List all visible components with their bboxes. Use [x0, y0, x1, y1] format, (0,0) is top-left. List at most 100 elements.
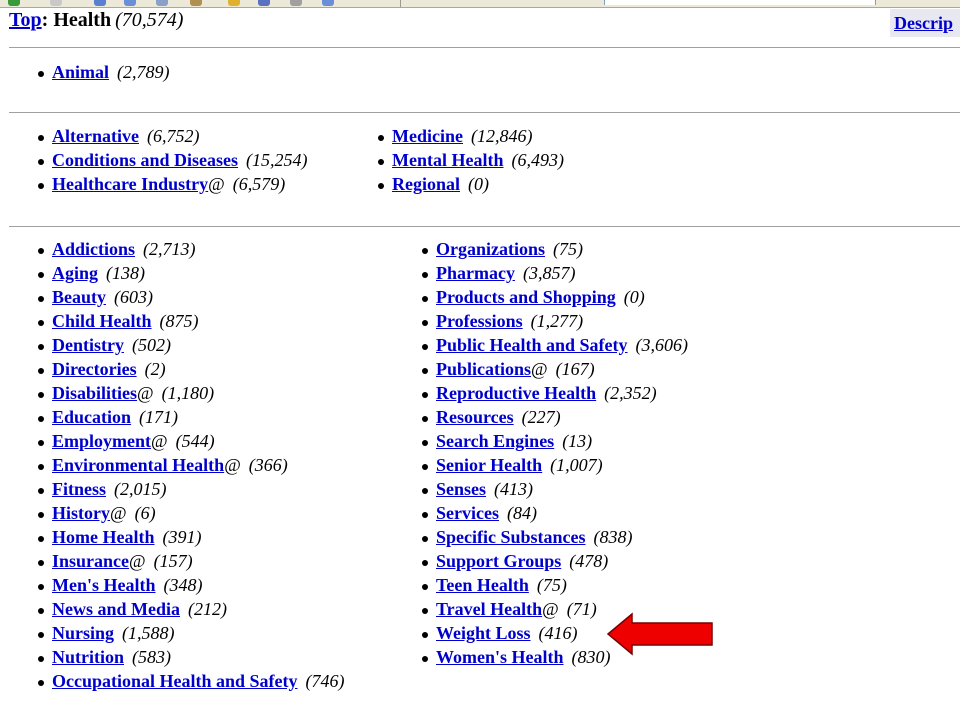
category-link[interactable]: Products and Shopping: [436, 287, 616, 307]
category-link[interactable]: Child Health: [52, 311, 152, 331]
category-link[interactable]: Dentistry: [52, 335, 124, 355]
category-link[interactable]: History: [52, 503, 110, 523]
red-arrow-icon: [606, 612, 713, 656]
category-count: (838): [593, 527, 633, 547]
category-link[interactable]: Addictions: [52, 239, 135, 259]
category-count: (212): [188, 599, 228, 619]
category-link[interactable]: Senior Health: [436, 455, 542, 475]
forward-icon[interactable]: [50, 0, 62, 6]
bullet-icon: [38, 135, 44, 141]
category-count: (875): [159, 311, 199, 331]
bullet-icon: [422, 632, 428, 638]
category-list-item: Mental Health (6,493): [375, 148, 564, 172]
history-icon[interactable]: [290, 0, 302, 6]
category-link[interactable]: Teen Health: [436, 575, 529, 595]
category-link[interactable]: Insurance: [52, 551, 129, 571]
category-link[interactable]: Occupational Health and Safety: [52, 671, 298, 691]
category-link[interactable]: Weight Loss: [436, 623, 531, 643]
category-link[interactable]: Search Engines: [436, 431, 554, 451]
category-list-item: Nutrition (583): [35, 645, 345, 669]
category-count: (544): [175, 431, 215, 451]
page-icon[interactable]: [94, 0, 106, 6]
category-link[interactable]: Home Health: [52, 527, 154, 547]
category-list-item: Nursing (1,588): [35, 621, 345, 645]
bullet-icon: [38, 680, 44, 686]
category-count: (391): [162, 527, 202, 547]
category-link[interactable]: Regional: [392, 174, 460, 194]
category-link[interactable]: Travel Health: [436, 599, 542, 619]
category-link[interactable]: Fitness: [52, 479, 106, 499]
category-link[interactable]: Healthcare Industry: [52, 174, 208, 194]
category-count: (0): [468, 174, 490, 194]
category-link[interactable]: Beauty: [52, 287, 106, 307]
category-link[interactable]: Environmental Health: [52, 455, 224, 475]
category-link[interactable]: Senses: [436, 479, 486, 499]
category-count: (13): [562, 431, 593, 451]
category-list-item: Teen Health (75): [419, 573, 688, 597]
bullet-icon: [422, 536, 428, 542]
category-link[interactable]: Services: [436, 503, 499, 523]
document-icon[interactable]: [124, 0, 136, 6]
refresh-icon[interactable]: [156, 0, 168, 6]
bullet-icon: [422, 416, 428, 422]
category-link[interactable]: Nutrition: [52, 647, 124, 667]
divider-rule: [9, 47, 960, 48]
back-icon[interactable]: [8, 0, 20, 6]
category-link[interactable]: Nursing: [52, 623, 114, 643]
category-link[interactable]: Mental Health: [392, 150, 503, 170]
related-categories-left-list: Alternative (6,752) Conditions and Disease…: [35, 124, 308, 196]
category-list-item: Beauty (603): [35, 285, 345, 309]
bullet-icon: [422, 560, 428, 566]
category-link[interactable]: Support Groups: [436, 551, 561, 571]
category-link[interactable]: Animal: [52, 62, 109, 82]
category-list-item: Search Engines (13): [419, 429, 688, 453]
category-link[interactable]: Men's Health: [52, 575, 156, 595]
breadcrumb-top-link[interactable]: Top: [9, 9, 42, 31]
category-link[interactable]: Medicine: [392, 126, 463, 146]
description-link[interactable]: Descrip: [894, 13, 953, 33]
category-count: (1,180): [161, 383, 215, 403]
category-count: (75): [553, 239, 584, 259]
category-count: (1,277): [530, 311, 584, 331]
edit-icon[interactable]: [190, 0, 202, 6]
category-link[interactable]: Public Health and Safety: [436, 335, 628, 355]
category-list-item: Healthcare Industry@ (6,579): [35, 172, 308, 196]
address-field[interactable]: [604, 0, 876, 5]
mail-icon[interactable]: [322, 0, 334, 6]
bullet-icon: [38, 512, 44, 518]
category-link[interactable]: Alternative: [52, 126, 139, 146]
category-list-item: Men's Health (348): [35, 573, 345, 597]
category-link[interactable]: Resources: [436, 407, 514, 427]
bullet-icon: [378, 183, 384, 189]
category-link[interactable]: Education: [52, 407, 131, 427]
category-count: (71): [566, 599, 597, 619]
category-link[interactable]: Reproductive Health: [436, 383, 596, 403]
category-count: (15,254): [246, 150, 308, 170]
category-link[interactable]: Directories: [52, 359, 137, 379]
category-suffix: @: [531, 359, 548, 379]
category-link[interactable]: Publications: [436, 359, 531, 379]
category-link[interactable]: Conditions and Diseases: [52, 150, 238, 170]
media-icon[interactable]: [258, 0, 270, 6]
category-suffix: @: [110, 503, 127, 523]
bullet-icon: [38, 392, 44, 398]
category-list-item: Child Health (875): [35, 309, 345, 333]
category-link[interactable]: News and Media: [52, 599, 180, 619]
category-list-item: Conditions and Diseases (15,254): [35, 148, 308, 172]
category-link[interactable]: Professions: [436, 311, 523, 331]
favorites-icon[interactable]: [228, 0, 240, 6]
category-count: (167): [555, 359, 595, 379]
category-link[interactable]: Specific Substances: [436, 527, 586, 547]
browser-toolbar: [0, 0, 960, 8]
category-link[interactable]: Aging: [52, 263, 98, 283]
category-link[interactable]: Pharmacy: [436, 263, 515, 283]
category-link[interactable]: Organizations: [436, 239, 545, 259]
bullet-icon: [422, 248, 428, 254]
bullet-icon: [38, 368, 44, 374]
category-link[interactable]: Disabilities: [52, 383, 137, 403]
category-list-item: Resources (227): [419, 405, 688, 429]
category-link[interactable]: Employment: [52, 431, 151, 451]
category-count: (1,588): [122, 623, 175, 643]
category-link[interactable]: Women's Health: [436, 647, 564, 667]
category-list-item: Employment@ (544): [35, 429, 345, 453]
